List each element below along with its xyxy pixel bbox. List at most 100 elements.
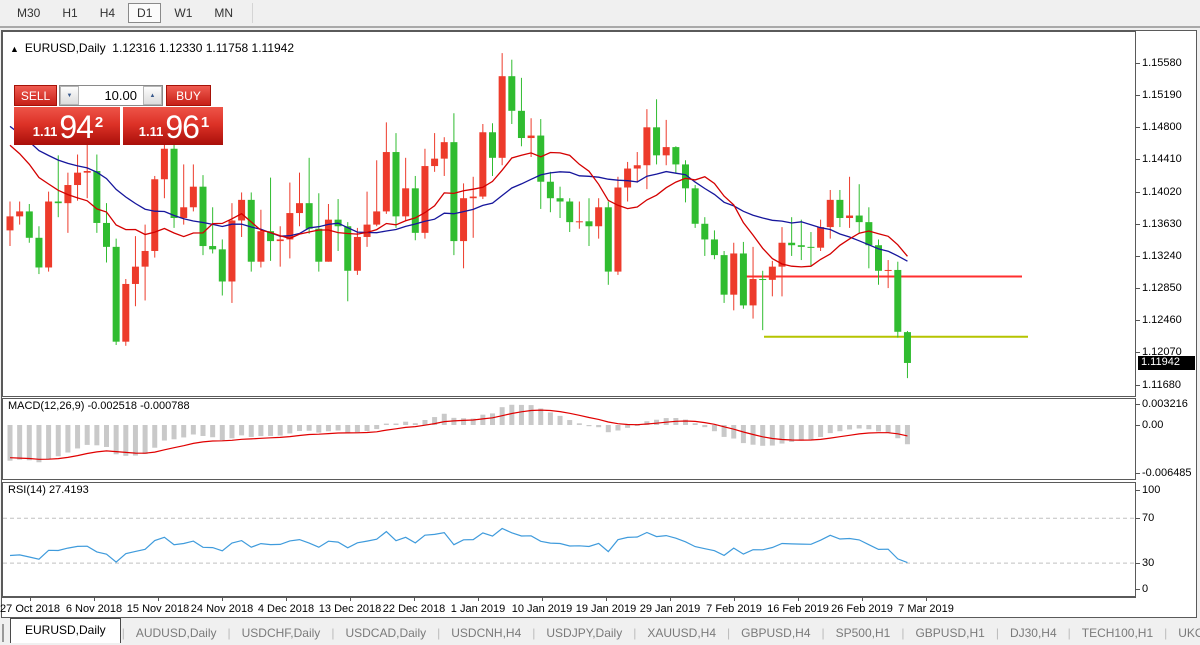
macd-axis-label: 0.003216 — [1142, 398, 1188, 410]
rsi-axis-label: 70 — [1142, 512, 1154, 524]
sell-price-small: 1.11 — [33, 122, 58, 142]
date-tick — [734, 597, 735, 601]
rsi-indicator-label: RSI(14) 27.4193 — [8, 484, 89, 496]
price-axis-label: 1.14800 — [1142, 121, 1182, 133]
timeframe-h1[interactable]: H1 — [53, 3, 86, 23]
symbol-tab-xauusd-h4[interactable]: XAUUSD,H4 — [637, 623, 726, 643]
tab-separator: | — [228, 626, 231, 640]
symbol-tab-dj30-h4[interactable]: DJ30,H4 — [1000, 623, 1067, 643]
date-tick — [286, 597, 287, 601]
date-label: 24 Nov 2018 — [191, 603, 253, 615]
volume-input[interactable]: 10.00 — [79, 86, 143, 105]
timeframe-m30[interactable]: M30 — [8, 3, 49, 23]
date-tick — [158, 597, 159, 601]
one-click-trading-widget: SELL ▼ 10.00 ▲ BUY 1.11942 1.11961 — [14, 85, 224, 145]
sell-button[interactable]: SELL — [14, 85, 57, 106]
macd-indicator-label: MACD(12,26,9) -0.002518 -0.000788 — [8, 400, 190, 412]
ohlc-values: 1.12316 1.12330 1.11758 1.11942 — [112, 41, 294, 55]
date-tick — [542, 597, 543, 601]
symbol-tab-usdchf-daily[interactable]: USDCHF,Daily — [232, 623, 331, 643]
current-price-badge: 1.11942 — [1138, 356, 1195, 370]
symbol-tab-gbpusd-h4[interactable]: GBPUSD,H4 — [731, 623, 820, 643]
sell-price-sup: 2 — [95, 118, 103, 128]
date-label: 4 Dec 2018 — [258, 603, 314, 615]
rsi-axis-label: 0 — [1142, 583, 1148, 595]
tab-separator: | — [122, 626, 125, 640]
symbol-tab-eurusd-daily[interactable]: EURUSD,Daily — [10, 618, 121, 643]
date-label: 6 Nov 2018 — [66, 603, 122, 615]
symbol-tab-ukoil-[interactable]: UKOil, — [1168, 623, 1200, 643]
date-label: 29 Jan 2019 — [640, 603, 701, 615]
date-label: 16 Feb 2019 — [767, 603, 829, 615]
symbol-name: EURUSD,Daily — [25, 41, 106, 55]
date-tick — [798, 597, 799, 601]
tab-separator: | — [437, 626, 440, 640]
chart-title: ▲ EURUSD,Daily 1.12316 1.12330 1.11758 1.… — [10, 41, 294, 55]
tab-separator: | — [331, 626, 334, 640]
date-label: 10 Jan 2019 — [512, 603, 573, 615]
timeframe-mn[interactable]: MN — [205, 3, 242, 23]
timeframe-w1[interactable]: W1 — [165, 3, 201, 23]
price-axis-label: 1.14020 — [1142, 186, 1182, 198]
buy-price-panel[interactable]: 1.11961 — [123, 107, 223, 145]
date-tick — [350, 597, 351, 601]
price-axis-label: 1.12850 — [1142, 282, 1182, 294]
timeframe-d1[interactable]: D1 — [128, 3, 161, 23]
date-tick — [414, 597, 415, 601]
toolbar-separator — [252, 3, 253, 23]
sell-price-big: 94 — [59, 112, 93, 142]
date-label: 22 Dec 2018 — [383, 603, 445, 615]
sell-price-panel[interactable]: 1.11942 — [14, 107, 120, 145]
symbol-tab-usdcnh-h4[interactable]: USDCNH,H4 — [441, 623, 531, 643]
tab-separator: | — [532, 626, 535, 640]
date-label: 19 Jan 2019 — [576, 603, 637, 615]
volume-increase-button[interactable]: ▲ — [143, 86, 162, 105]
date-label: 15 Nov 2018 — [127, 603, 189, 615]
date-label: 7 Mar 2019 — [898, 603, 954, 615]
buy-price-big: 96 — [165, 112, 199, 142]
volume-spinner: ▼ 10.00 ▲ — [59, 85, 163, 106]
symbol-tab-bar: EURUSD,Daily|AUDUSD,Daily|USDCHF,Daily|U… — [0, 620, 1200, 645]
rsi-pane[interactable] — [2, 482, 1136, 597]
tab-separator: | — [1068, 626, 1071, 640]
timeframe-toolbar: M30H1H4D1W1MN — [0, 0, 1200, 28]
date-label: 13 Dec 2018 — [319, 603, 381, 615]
price-axis-label: 1.15580 — [1142, 57, 1182, 69]
date-label: 26 Feb 2019 — [831, 603, 893, 615]
chart-window: ▲ EURUSD,Daily 1.12316 1.12330 1.11758 1.… — [1, 30, 1197, 618]
rsi-axis-label: 30 — [1142, 557, 1154, 569]
symbol-tab-gbpusd-h1[interactable]: GBPUSD,H1 — [905, 623, 994, 643]
buy-price-sup: 1 — [201, 118, 209, 128]
price-axis-label: 1.11680 — [1142, 379, 1181, 391]
symbol-tab-sp500-h1[interactable]: SP500,H1 — [826, 623, 901, 643]
symbol-tab-tech100-h1[interactable]: TECH100,H1 — [1072, 623, 1163, 643]
tab-separator: | — [996, 626, 999, 640]
tabbar-handle[interactable] — [2, 624, 4, 642]
tab-separator: | — [727, 626, 730, 640]
tab-separator: | — [1164, 626, 1167, 640]
date-tick — [94, 597, 95, 601]
price-axis-label: 1.13630 — [1142, 218, 1182, 230]
tab-separator: | — [633, 626, 636, 640]
date-tick — [222, 597, 223, 601]
price-axis-label: 1.12460 — [1142, 314, 1182, 326]
timeframe-h4[interactable]: H4 — [91, 3, 124, 23]
date-tick — [862, 597, 863, 601]
symbol-tab-usdjpy-daily[interactable]: USDJPY,Daily — [536, 623, 632, 643]
date-tick — [670, 597, 671, 601]
date-label: 7 Feb 2019 — [706, 603, 762, 615]
date-tick — [478, 597, 479, 601]
date-tick — [926, 597, 927, 601]
tab-separator: | — [822, 626, 825, 640]
buy-price-small: 1.11 — [139, 122, 164, 142]
macd-axis-label: -0.006485 — [1142, 467, 1192, 479]
rsi-axis-label: 100 — [1142, 484, 1160, 496]
collapse-arrow-icon[interactable]: ▲ — [10, 44, 19, 54]
buy-button[interactable]: BUY — [166, 85, 211, 106]
price-axis-label: 1.14410 — [1142, 153, 1182, 165]
symbol-tab-audusd-daily[interactable]: AUDUSD,Daily — [126, 623, 227, 643]
date-label: 27 Oct 2018 — [0, 603, 60, 615]
macd-axis-label: 0.00 — [1142, 419, 1163, 431]
symbol-tab-usdcad-daily[interactable]: USDCAD,Daily — [335, 623, 436, 643]
volume-decrease-button[interactable]: ▼ — [60, 86, 79, 105]
